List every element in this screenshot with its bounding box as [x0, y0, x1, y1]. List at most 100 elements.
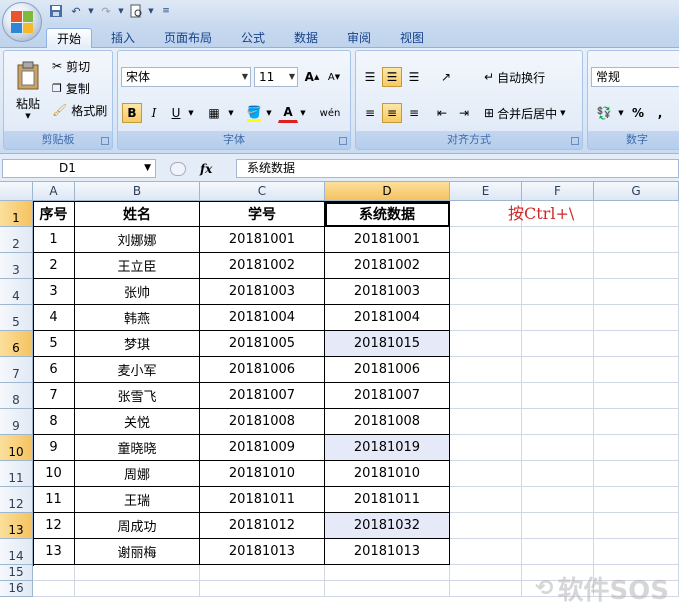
- table-cell[interactable]: 王瑞: [75, 487, 200, 513]
- row-header-3[interactable]: 3: [0, 253, 33, 279]
- column-header-E[interactable]: E: [450, 182, 522, 201]
- table-cell[interactable]: 张帅: [75, 279, 200, 305]
- table-cell[interactable]: 20181019: [325, 435, 450, 461]
- table-cell[interactable]: [522, 461, 594, 487]
- column-header-F[interactable]: F: [522, 182, 594, 201]
- table-cell[interactable]: [450, 435, 522, 461]
- shrink-font-button[interactable]: A ▼: [324, 67, 344, 87]
- table-cell[interactable]: [594, 487, 679, 513]
- orientation-button[interactable]: ↗: [432, 67, 460, 87]
- fill-color-button[interactable]: 🪣: [244, 103, 264, 123]
- table-cell[interactable]: 周成功: [75, 513, 200, 539]
- table-cell[interactable]: 2: [33, 253, 75, 279]
- table-cell[interactable]: [200, 565, 325, 581]
- table-cell[interactable]: [594, 331, 679, 357]
- row-header-11[interactable]: 11: [0, 461, 33, 487]
- table-cell[interactable]: 刘娜娜: [75, 227, 200, 253]
- table-cell[interactable]: 11: [33, 487, 75, 513]
- table-cell[interactable]: 20181015: [325, 331, 450, 357]
- table-cell[interactable]: [594, 461, 679, 487]
- table-cell[interactable]: 韩燕: [75, 305, 200, 331]
- dialog-launcher-icon[interactable]: [101, 137, 109, 145]
- table-cell[interactable]: [75, 581, 200, 597]
- table-cell[interactable]: 20181007: [200, 383, 325, 409]
- table-cell[interactable]: 20181001: [325, 227, 450, 253]
- tab-data[interactable]: 数据: [283, 28, 329, 48]
- chevron-down-icon[interactable]: ▼: [186, 103, 196, 123]
- table-cell[interactable]: [33, 565, 75, 581]
- table-cell[interactable]: 10: [33, 461, 75, 487]
- tab-page-layout[interactable]: 页面布局: [152, 28, 224, 48]
- table-cell[interactable]: 谢丽梅: [75, 539, 200, 565]
- row-header-12[interactable]: 12: [0, 487, 33, 513]
- table-cell[interactable]: [522, 435, 594, 461]
- table-cell[interactable]: 20181002: [200, 253, 325, 279]
- row-header-9[interactable]: 9: [0, 409, 33, 435]
- undo-icon[interactable]: ↶: [68, 3, 84, 19]
- cut-button[interactable]: ✂ 剪切: [52, 57, 90, 75]
- table-cell[interactable]: 4: [33, 305, 75, 331]
- table-cell[interactable]: 20181008: [200, 409, 325, 435]
- save-icon[interactable]: [48, 3, 64, 19]
- table-cell[interactable]: 麦小军: [75, 357, 200, 383]
- table-cell[interactable]: [33, 581, 75, 597]
- header-cell[interactable]: 系统数据: [325, 201, 450, 227]
- dialog-launcher-icon[interactable]: [339, 137, 347, 145]
- dropdown-icon[interactable]: ▼: [88, 3, 94, 19]
- table-cell[interactable]: [522, 513, 594, 539]
- table-cell[interactable]: 20181011: [325, 487, 450, 513]
- table-cell[interactable]: 关悦: [75, 409, 200, 435]
- table-cell[interactable]: 20181002: [325, 253, 450, 279]
- table-cell[interactable]: [450, 539, 522, 565]
- row-header-4[interactable]: 4: [0, 279, 33, 305]
- table-cell[interactable]: [594, 279, 679, 305]
- row-header-5[interactable]: 5: [0, 305, 33, 331]
- table-cell[interactable]: 20181013: [325, 539, 450, 565]
- table-cell[interactable]: 王立臣: [75, 253, 200, 279]
- table-cell[interactable]: 20181003: [200, 279, 325, 305]
- table-cell[interactable]: [522, 331, 594, 357]
- table-cell[interactable]: 20181004: [200, 305, 325, 331]
- customize-qat-icon[interactable]: ≡: [158, 3, 174, 19]
- number-format-combo[interactable]: 常规: [591, 67, 679, 87]
- row-header-2[interactable]: 2: [0, 227, 33, 253]
- table-cell[interactable]: 童晓晓: [75, 435, 200, 461]
- column-header-D[interactable]: D: [325, 182, 450, 201]
- insert-function-button[interactable]: fx: [200, 162, 212, 176]
- row-header-16[interactable]: 16: [0, 581, 33, 597]
- table-cell[interactable]: [450, 461, 522, 487]
- table-cell[interactable]: 12: [33, 513, 75, 539]
- table-cell[interactable]: [522, 383, 594, 409]
- row-header-1[interactable]: 1: [0, 201, 33, 227]
- select-all-corner[interactable]: [0, 182, 33, 201]
- copy-button[interactable]: ❐ 复制: [52, 79, 90, 97]
- row-header-14[interactable]: 14: [0, 539, 33, 565]
- table-cell[interactable]: [594, 305, 679, 331]
- table-cell[interactable]: 20181008: [325, 409, 450, 435]
- table-cell[interactable]: 6: [33, 357, 75, 383]
- table-cell[interactable]: [522, 487, 594, 513]
- table-cell[interactable]: [522, 305, 594, 331]
- tab-view[interactable]: 视图: [389, 28, 435, 48]
- table-cell[interactable]: [450, 409, 522, 435]
- table-cell[interactable]: [450, 565, 522, 581]
- tab-formulas[interactable]: 公式: [230, 28, 276, 48]
- table-cell[interactable]: [594, 435, 679, 461]
- table-cell[interactable]: [75, 565, 200, 581]
- tab-home[interactable]: 开始: [46, 28, 92, 48]
- comma-button[interactable]: ,: [650, 103, 670, 123]
- column-header-B[interactable]: B: [75, 182, 200, 201]
- table-cell[interactable]: 20181013: [200, 539, 325, 565]
- underline-button[interactable]: U: [166, 103, 186, 123]
- align-center-button[interactable]: ≡: [382, 103, 402, 123]
- table-cell[interactable]: [594, 409, 679, 435]
- dialog-launcher-icon[interactable]: [571, 137, 579, 145]
- table-cell[interactable]: 20181006: [200, 357, 325, 383]
- chevron-down-icon[interactable]: ▼: [226, 103, 236, 123]
- tab-review[interactable]: 审阅: [336, 28, 382, 48]
- tab-insert[interactable]: 插入: [100, 28, 146, 48]
- table-cell[interactable]: 20181003: [325, 279, 450, 305]
- format-painter-button[interactable]: 🖌 格式刷: [52, 101, 107, 119]
- increase-indent-button[interactable]: ⇥: [454, 103, 474, 123]
- table-cell[interactable]: 张雪飞: [75, 383, 200, 409]
